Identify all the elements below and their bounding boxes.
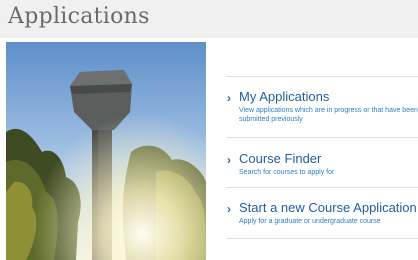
chevron-right-icon: › [227,153,231,167]
hero-image [6,42,206,260]
menu-divider [226,187,418,188]
menu-item-title[interactable]: Start a new Course Application [239,200,417,215]
menu-item-title[interactable]: My Applications [239,89,329,104]
water-tower-photo [6,42,206,260]
menu-item-description: Search for courses to apply for [239,169,335,176]
menu-divider [226,238,418,239]
page-header: Applications [0,0,418,38]
chevron-right-icon: › [227,91,231,105]
menu-item-description: Apply for a graduate or undergraduate co… [239,218,381,225]
menu-divider [226,137,418,138]
page-title: Applications [8,4,150,29]
menu-item-description: View applications which are in progress … [239,107,418,123]
chevron-right-icon: › [227,202,231,216]
menu-divider [226,76,418,77]
menu-item-title[interactable]: Course Finder [239,151,321,166]
